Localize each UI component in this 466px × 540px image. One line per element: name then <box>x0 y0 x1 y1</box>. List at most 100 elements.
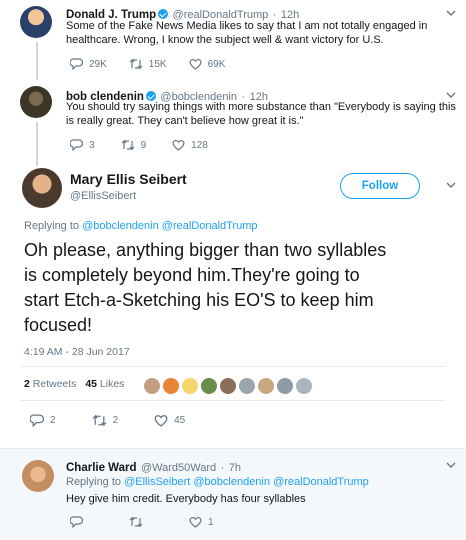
like-button[interactable]: 128 <box>172 139 208 151</box>
tweet1-text-line: Some of the Fake News Media likes to say… <box>66 20 428 32</box>
heart-icon <box>172 139 185 151</box>
like-count: 45 <box>174 415 186 426</box>
thread-connector <box>36 42 38 80</box>
thread-context: Donald J. Trump @realDonaldTrump · 12h S… <box>0 0 466 166</box>
liker-avatar[interactable] <box>144 378 160 394</box>
mention-link[interactable]: @EllisSeibert <box>124 476 190 488</box>
reply-button[interactable] <box>70 516 89 528</box>
main-name[interactable]: Mary Ellis Seibert <box>70 171 187 187</box>
reply-name[interactable]: Charlie Ward <box>66 462 137 474</box>
chevron-down-icon[interactable] <box>446 180 456 190</box>
liker-avatar[interactable] <box>201 378 217 394</box>
main-text-line: Oh please, anything bigger than two syll… <box>24 240 387 260</box>
like-count: 69K <box>207 58 226 70</box>
reply-time[interactable]: 7h <box>229 462 241 474</box>
avatar[interactable] <box>22 460 54 492</box>
main-text-line: is completely beyond him.They're going t… <box>24 265 360 285</box>
retweet-stat[interactable]: 2 Retweets <box>24 378 77 390</box>
reply-button[interactable]: 29K <box>70 58 107 70</box>
mention-link[interactable]: @realDonaldTrump <box>162 220 258 232</box>
retweet-stat-label: Retweets <box>32 378 77 390</box>
mention-link[interactable]: @realDonaldTrump <box>273 476 369 488</box>
mention-link[interactable]: @bobclendenin <box>193 476 270 488</box>
heart-icon <box>189 58 202 70</box>
reply-text: Hey give him credit. Everybody has four … <box>66 493 306 505</box>
retweet-icon <box>129 58 143 70</box>
reply-actions: 1 <box>70 516 236 528</box>
chevron-down-icon[interactable] <box>446 90 456 100</box>
retweet-button[interactable] <box>129 516 149 528</box>
tweet2-text-line: You should try saying things with more s… <box>66 101 456 113</box>
heart-icon <box>189 516 202 528</box>
reply-count: 2 <box>50 415 56 426</box>
like-button[interactable]: 69K <box>189 58 226 70</box>
main-text-line: start Etch-a-Sketching his EO'S to keep … <box>24 290 374 310</box>
replies-section: Charlie Ward @Ward50Ward · 7h Replying t… <box>0 448 466 540</box>
separator-dot: · <box>220 462 225 474</box>
retweet-count: 15K <box>148 58 167 70</box>
like-total: 45 <box>85 378 97 390</box>
like-stat-label: Likes <box>99 378 125 390</box>
main-timestamp[interactable]: 4:19 AM - 28 Jun 2017 <box>24 346 130 358</box>
liker-avatar[interactable] <box>277 378 293 394</box>
like-button[interactable]: 1 <box>189 516 214 528</box>
tweet2-text: You should try saying things with more s… <box>66 100 456 128</box>
reply-count: 29K <box>89 58 107 70</box>
mention-link[interactable]: @bobclendenin <box>82 220 159 232</box>
avatar[interactable] <box>22 168 62 208</box>
reply-header: Charlie Ward @Ward50Ward · 7h <box>66 458 241 476</box>
likers-avatars <box>144 378 315 394</box>
divider <box>0 448 466 449</box>
like-count: 1 <box>208 516 214 528</box>
retweet-button[interactable]: 2 <box>92 414 119 427</box>
reply-icon <box>30 414 44 427</box>
retweet-count: 9 <box>140 139 147 151</box>
liker-avatar[interactable] <box>182 378 198 394</box>
divider <box>20 400 446 401</box>
main-tweet-text: Oh please, anything bigger than two syll… <box>24 238 386 338</box>
liker-avatar[interactable] <box>239 378 255 394</box>
verified-icon <box>158 9 169 19</box>
reply-icon <box>70 516 83 528</box>
thread-connector <box>36 122 38 166</box>
reply-button[interactable]: 3 <box>70 139 95 151</box>
reply-count: 3 <box>89 139 95 151</box>
like-button[interactable]: 45 <box>154 414 185 427</box>
main-handle[interactable]: @EllisSeibert <box>70 190 187 202</box>
reply-icon <box>70 58 83 70</box>
reply-button[interactable]: 2 <box>30 414 56 427</box>
retweet-button[interactable]: 9 <box>121 139 147 151</box>
avatar[interactable] <box>20 86 52 118</box>
divider <box>20 366 446 367</box>
tweet1-text-line: healthcare. Wrong, I know the subject we… <box>66 34 384 46</box>
liker-avatar[interactable] <box>163 378 179 394</box>
reply-replying-to: Replying to @EllisSeibert @bobclendenin … <box>66 476 369 488</box>
follow-button[interactable]: Follow <box>340 173 420 199</box>
main-text-line: focused! <box>24 315 93 335</box>
engagement-stats: 2 Retweets 45 Likes <box>24 378 124 390</box>
replying-to: Replying to @bobclendenin @realDonaldTru… <box>24 220 258 232</box>
retweet-icon <box>92 414 106 427</box>
main-author: Mary Ellis Seibert @EllisSeibert <box>70 171 187 202</box>
tweet1-text: Some of the Fake News Media likes to say… <box>66 19 427 47</box>
liker-avatar[interactable] <box>258 378 274 394</box>
retweet-icon <box>129 516 143 528</box>
like-count: 128 <box>191 139 208 151</box>
chevron-down-icon[interactable] <box>446 460 456 470</box>
retweet-button[interactable]: 15K <box>129 58 167 70</box>
tweet1-actions: 29K 15K 69K <box>70 58 247 70</box>
replying-to-label: Replying to <box>66 476 122 488</box>
main-actions: 2 2 45 <box>30 414 207 427</box>
like-stat[interactable]: 45 Likes <box>85 378 124 390</box>
reply-icon <box>70 139 83 151</box>
tweet2-text-line: is really great. They can't believe how … <box>66 115 304 127</box>
avatar[interactable] <box>20 6 52 38</box>
reply-handle[interactable]: @Ward50Ward <box>141 462 216 474</box>
retweet-count: 2 <box>112 415 119 426</box>
retweet-icon <box>121 139 134 151</box>
chevron-down-icon[interactable] <box>446 8 456 18</box>
tweet2-actions: 3 9 128 <box>70 139 230 151</box>
heart-icon <box>154 415 168 427</box>
liker-avatar[interactable] <box>220 378 236 394</box>
liker-avatar[interactable] <box>296 378 312 394</box>
